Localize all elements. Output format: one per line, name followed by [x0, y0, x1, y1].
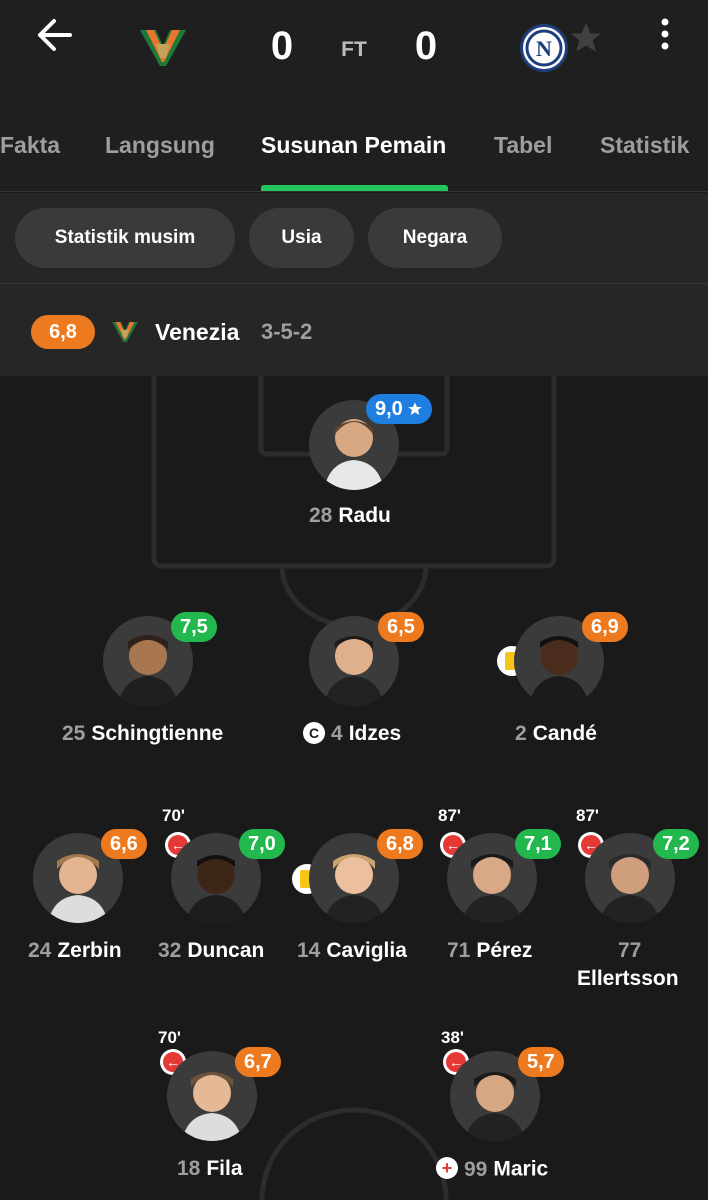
player-name-idzes[interactable]: C 4 Idzes	[303, 722, 401, 746]
team-formation: 3-5-2	[261, 319, 313, 344]
star-icon	[408, 402, 422, 415]
player-name-cande[interactable]: 2 Candé	[515, 722, 597, 746]
pitch: 9,0 28 Radu 7,5 25 Schingtienne 6,5 C 4 Idze…	[0, 376, 708, 1200]
rating-badge-perez: 7,1	[515, 829, 561, 859]
captain-icon: C	[303, 722, 325, 744]
tab-statistik[interactable]: Statistik	[600, 132, 689, 159]
team-rating-badge: 6,8	[31, 315, 95, 349]
sub-minute-duncan: 70'	[162, 806, 185, 825]
tab-langsung[interactable]: Langsung	[105, 132, 215, 159]
injury-icon: +	[436, 1157, 458, 1179]
player-name-schingtienne[interactable]: 25 Schingtienne	[62, 722, 223, 746]
sub-minute-perez: 87'	[438, 806, 461, 825]
away-score: 0	[414, 24, 438, 68]
napoli-logo[interactable]: N	[520, 24, 568, 72]
pitch-lines	[151, 376, 557, 1200]
player-name-caviglia[interactable]: 14 Caviglia	[297, 939, 407, 963]
venezia-small-logo	[110, 319, 140, 345]
sub-minute-maric: 38'	[441, 1028, 464, 1047]
rating-badge-caviglia: 6,8	[377, 829, 423, 859]
player-name-ellertsson[interactable]: Ellertsson	[577, 967, 679, 991]
rating-badge-cande: 6,9	[582, 612, 628, 642]
tab-bar: Fakta Langsung Susunan Pemain Tabel Stat…	[0, 110, 708, 192]
rating-badge-radu: 9,0	[366, 394, 432, 424]
player-name-radu[interactable]: 28 Radu	[309, 504, 391, 528]
active-tab-indicator	[261, 185, 448, 191]
sub-minute-fila: 70'	[158, 1028, 181, 1047]
svg-text:N: N	[536, 36, 552, 61]
team-name: Venezia	[155, 319, 240, 345]
rating-badge-ellertsson: 7,2	[653, 829, 699, 859]
player-name-duncan[interactable]: 32 Duncan	[158, 939, 264, 963]
more-vertical-icon[interactable]	[650, 14, 680, 54]
player-number-ellertsson[interactable]: 77	[618, 939, 647, 963]
sub-minute-ellertsson: 87'	[576, 806, 599, 825]
rating-badge-duncan: 7,0	[239, 829, 285, 859]
chip-country[interactable]: Negara	[368, 208, 502, 268]
tab-susunan-pemain[interactable]: Susunan Pemain	[261, 132, 446, 159]
match-header: 0 FT 0 N	[0, 0, 708, 110]
player-name-fila[interactable]: 18 Fila	[177, 1157, 243, 1181]
rating-badge-fila: 6,7	[235, 1047, 281, 1077]
team-header: 6,8 Venezia 3-5-2	[0, 283, 708, 376]
rating-badge-schingtienne: 7,5	[171, 612, 217, 642]
chip-age[interactable]: Usia	[249, 208, 354, 268]
back-arrow-icon[interactable]	[30, 15, 78, 55]
player-name-maric[interactable]: +99 Maric	[436, 1157, 548, 1182]
rating-badge-idzes: 6,5	[378, 612, 424, 642]
filter-chips: Statistik musim Usia Negara	[0, 193, 708, 283]
favorite-star-icon[interactable]	[568, 20, 604, 56]
player-name-zerbin[interactable]: 24 Zerbin	[28, 939, 122, 963]
tab-tabel[interactable]: Tabel	[494, 132, 552, 159]
tab-fakta[interactable]: Fakta	[0, 132, 60, 159]
rating-badge-zerbin: 6,6	[101, 829, 147, 859]
rating-badge-maric: 5,7	[518, 1047, 564, 1077]
player-name-perez[interactable]: 71 Pérez	[447, 939, 532, 963]
home-score: 0	[270, 24, 294, 68]
match-status: FT	[341, 38, 367, 61]
chip-season-stats[interactable]: Statistik musim	[15, 208, 235, 268]
venezia-logo[interactable]	[136, 26, 190, 70]
